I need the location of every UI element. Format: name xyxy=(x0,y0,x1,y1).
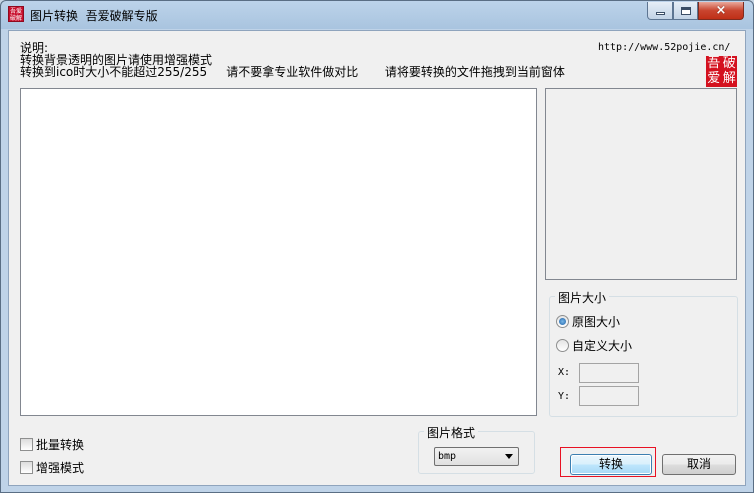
file-list-drop-area[interactable] xyxy=(20,88,537,416)
batch-convert-label: 批量转换 xyxy=(36,438,85,452)
website-url[interactable]: http://www.52pojie.cn/ xyxy=(598,42,730,53)
close-button[interactable]: × xyxy=(698,2,744,20)
logo-char: 解 xyxy=(722,71,736,86)
batch-convert-option[interactable]: 批量转换 xyxy=(20,436,84,453)
image-format-group: 图片格式 bmp xyxy=(418,424,535,474)
x-label: X: xyxy=(558,367,571,378)
close-icon: × xyxy=(715,3,727,18)
instructions-line-2: 转换到ico时大小不能超过255/255 请不要拿专业软件做对比 请将要转换的文… xyxy=(20,65,565,79)
maximize-icon xyxy=(680,6,691,15)
logo-char: 破 xyxy=(722,56,736,71)
enhance-mode-label: 增强模式 xyxy=(36,461,85,475)
radio-original-size[interactable]: 原图大小 xyxy=(556,313,620,330)
enhance-mode-checkbox[interactable] xyxy=(20,461,33,474)
window-title: 图片转换 吾爱破解专版 xyxy=(30,9,158,23)
convert-button[interactable]: 转换 xyxy=(570,454,652,475)
logo-char: 爱 xyxy=(707,71,721,86)
radio-button-selected[interactable] xyxy=(556,315,569,328)
site-logo: 吾 破 爱 解 xyxy=(706,56,737,87)
title-bar[interactable]: 吾爱破解 图片转换 吾爱破解专版 × xyxy=(1,1,753,29)
radio-button[interactable] xyxy=(556,339,569,352)
format-select-value: bmp xyxy=(438,451,457,462)
y-label: Y: xyxy=(558,391,571,402)
format-select[interactable]: bmp xyxy=(434,447,519,466)
app-logo-icon: 吾爱破解 xyxy=(8,6,24,22)
height-input[interactable] xyxy=(579,386,639,406)
image-size-group: 图片大小 原图大小 自定义大小 X: Y: xyxy=(549,289,738,417)
maximize-button[interactable] xyxy=(673,2,698,20)
minimize-button[interactable] xyxy=(647,2,673,20)
dropdown-arrow-icon xyxy=(505,454,513,459)
logo-char: 吾 xyxy=(707,56,721,71)
app-window: 吾爱破解 图片转换 吾爱破解专版 × 说明: 转换背景透明的图片请使用增强模式 … xyxy=(0,0,754,493)
enhance-mode-option[interactable]: 增强模式 xyxy=(20,459,84,476)
image-size-group-title: 图片大小 xyxy=(555,289,610,306)
radio-original-size-label: 原图大小 xyxy=(572,315,621,329)
client-area: 说明: 转换背景透明的图片请使用增强模式 转换到ico时大小不能超过255/25… xyxy=(8,30,746,486)
image-preview xyxy=(545,88,737,280)
radio-custom-size-label: 自定义大小 xyxy=(572,339,633,353)
minimize-icon xyxy=(655,12,665,15)
cancel-button[interactable]: 取消 xyxy=(662,454,736,475)
batch-convert-checkbox[interactable] xyxy=(20,438,33,451)
width-input[interactable] xyxy=(579,363,639,383)
radio-custom-size[interactable]: 自定义大小 xyxy=(556,337,632,354)
image-format-group-title: 图片格式 xyxy=(424,424,479,441)
